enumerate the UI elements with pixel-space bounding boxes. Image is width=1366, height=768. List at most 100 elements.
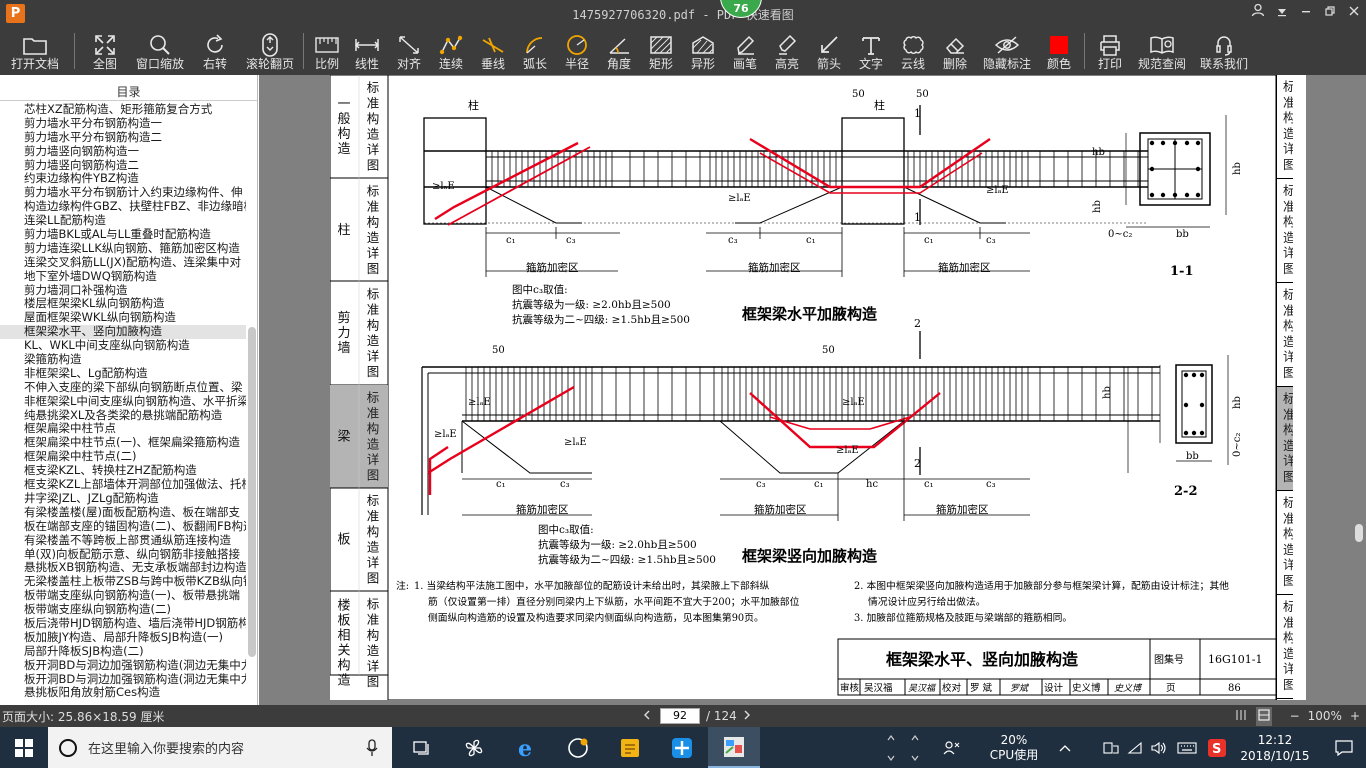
sogou-ime-icon[interactable]: S: [1204, 727, 1230, 768]
volume-icon[interactable]: [1148, 727, 1170, 768]
toc-item[interactable]: 框架梁水平、竖向加腋构造: [0, 325, 246, 340]
toc-item[interactable]: 板开洞BD与洞边加强钢筋构造(洞边无集中力: [0, 673, 246, 687]
toc-item[interactable]: 纯悬挑梁XL及各类梁的悬挑端配筋构造: [0, 409, 246, 423]
toc-item[interactable]: 构造边缘构件GBZ、扶壁柱FBZ、非边缘暗柱: [0, 200, 246, 214]
taskbar-app-feishu[interactable]: [656, 727, 708, 768]
toc-scrollbar[interactable]: [248, 105, 256, 701]
radius-button[interactable]: 半径: [556, 27, 598, 75]
fit-all-button[interactable]: 全图: [79, 27, 131, 75]
toc-item[interactable]: KL、WKL中间支座纵向钢筋构造: [0, 339, 246, 353]
wifi-icon[interactable]: [1124, 727, 1146, 768]
pen-button[interactable]: 画笔: [724, 27, 766, 75]
contact-us-button[interactable]: 联系我们: [1193, 27, 1255, 75]
rotate-right-button[interactable]: 右转: [189, 27, 241, 75]
toc-item[interactable]: 框架扁梁中柱节点(一)、框架扁梁箍筋构造: [0, 436, 246, 450]
toc-item[interactable]: 非框架梁L中间支座纵向钢筋构造、水平折梁: [0, 395, 246, 409]
highlight-button[interactable]: 高亮: [766, 27, 808, 75]
zoom-in-icon[interactable]: +: [1350, 709, 1360, 723]
right-tab[interactable]: 标准构造详图: [1277, 595, 1293, 699]
page-number-input[interactable]: 92: [660, 708, 700, 724]
toc-item[interactable]: 板后浇带HJD钢筋构造、墙后浇带HJD钢筋构: [0, 617, 246, 631]
right-tab[interactable]: 标准构造详图: [1277, 387, 1293, 491]
toc-item[interactable]: 板开洞BD与洞边加强钢筋构造(洞边无集中力: [0, 659, 246, 673]
arc-length-button[interactable]: 弧长: [514, 27, 556, 75]
taskbar-search[interactable]: 在这里输入你要搜索的内容: [48, 727, 392, 768]
next-page-icon[interactable]: [737, 709, 757, 723]
toc-scroll-thumb[interactable]: [248, 327, 256, 657]
user-icon[interactable]: [1246, 0, 1270, 27]
align-button[interactable]: 对齐: [388, 27, 430, 75]
toc-item[interactable]: 剪力墙连梁LLK纵向钢筋、箍筋加密区构造: [0, 242, 246, 256]
zoom-out-icon[interactable]: −: [1290, 709, 1300, 723]
rectangle-button[interactable]: 矩形: [640, 27, 682, 75]
toc-item[interactable]: 屋面框架梁WKL纵向钢筋构造: [0, 311, 246, 325]
toc-item[interactable]: 连梁LL配筋构造: [0, 214, 246, 228]
taskbar-app-pinwheel[interactable]: [448, 727, 500, 768]
taskbar-app-browser[interactable]: [552, 727, 604, 768]
toc-item[interactable]: 有梁楼盖不等跨板上部贯通纵筋连接构造: [0, 534, 246, 548]
device-icon[interactable]: [1100, 727, 1122, 768]
toc-item[interactable]: 井字梁JZL、JZLg配筋构造: [0, 492, 246, 506]
toc-item[interactable]: 剪力墙水平分布钢筋构造二: [0, 131, 246, 145]
minimize-icon[interactable]: [1294, 0, 1318, 27]
continuous-page-icon[interactable]: [1255, 706, 1272, 726]
toc-item[interactable]: 不伸入支座的梁下部纵向钢筋断点位置、梁: [0, 381, 246, 395]
spec-lookup-button[interactable]: 规范查阅: [1131, 27, 1193, 75]
toc-item[interactable]: 剪力墙水平分布钢筋计入约束边缘构件、伸: [0, 186, 246, 200]
microphone-icon[interactable]: [366, 739, 378, 757]
arrow-button[interactable]: 箭头: [808, 27, 850, 75]
document-scroll-thumb[interactable]: [1355, 524, 1363, 542]
taskbar-app-ie[interactable]: e: [500, 727, 552, 768]
toc-item[interactable]: 剪力墙竖向钢筋构造一: [0, 145, 246, 159]
text-button[interactable]: 文字: [850, 27, 892, 75]
taskbar-app-pdf-viewer[interactable]: [708, 727, 760, 768]
taskbar-scroll-down-icon[interactable]: [904, 727, 926, 768]
keyboard-icon[interactable]: [1174, 727, 1200, 768]
toc-item[interactable]: 板带端支座纵向钢筋构造(二): [0, 603, 246, 617]
zoom-level[interactable]: 100%: [1308, 709, 1342, 723]
perpendicular-button[interactable]: 垂线: [472, 27, 514, 75]
right-tab[interactable]: 标准构造详图: [1277, 75, 1293, 179]
clock[interactable]: 12:12 2018/10/15: [1232, 727, 1318, 768]
toc-item[interactable]: 框架扁梁中柱节点(二): [0, 450, 246, 464]
single-page-icon[interactable]: [1234, 708, 1248, 725]
taskbar-scroll-up-icon[interactable]: [880, 727, 902, 768]
toc-item[interactable]: 剪力墙洞口补强构造: [0, 284, 246, 298]
right-tab[interactable]: 标准构造详图: [1277, 491, 1293, 595]
irregular-button[interactable]: 异形: [682, 27, 724, 75]
restore-icon[interactable]: [1318, 0, 1342, 27]
toc-item[interactable]: 梁箍筋构造: [0, 353, 246, 367]
toc-item[interactable]: 无梁楼盖柱上板带ZSB与跨中板带KZB纵向钢: [0, 575, 246, 589]
toc-item[interactable]: 板在端部支座的锚固构造(二)、板翻闹FB构造: [0, 520, 246, 534]
color-button[interactable]: 颜色: [1038, 27, 1080, 75]
dropdown-icon[interactable]: [1270, 0, 1294, 27]
toc-item[interactable]: 板带端支座纵向钢筋构造(一)、板带悬挑端: [0, 589, 246, 603]
show-hidden-icons-icon[interactable]: [1054, 727, 1076, 768]
toc-item[interactable]: 约束边缘构件YBZ构造: [0, 172, 246, 186]
toc-item[interactable]: 楼层框架梁KL纵向钢筋构造: [0, 297, 246, 311]
toc-item[interactable]: 框架扁梁中柱节点: [0, 422, 246, 436]
angle-button[interactable]: 角度: [598, 27, 640, 75]
people-icon[interactable]: [938, 727, 966, 768]
toc-item[interactable]: 连梁交叉斜筋LL(JX)配筋构造、连梁集中对: [0, 256, 246, 270]
toc-item[interactable]: 框支梁KZL上部墙体开洞部位加强做法、托柱: [0, 478, 246, 492]
toc-item[interactable]: 芯柱XZ配筋构造、矩形箍筋复合方式: [0, 103, 246, 117]
delete-button[interactable]: 删除: [934, 27, 976, 75]
toc-item[interactable]: 悬挑板阳角放射筋Ces构造: [0, 686, 246, 700]
toc-item[interactable]: 单(双)向板配筋示意、纵向钢筋非接触搭接: [0, 548, 246, 562]
toc-item[interactable]: 悬挑板XB钢筋构造、无支承板端部封边构造: [0, 561, 246, 575]
toc-item[interactable]: 框支梁KZL、转换柱ZHZ配筋构造: [0, 464, 246, 478]
cloud-line-button[interactable]: 云线: [892, 27, 934, 75]
cpu-usage-widget[interactable]: 20% CPU使用: [976, 727, 1052, 768]
wheel-paging-button[interactable]: 滚轮翻页: [241, 27, 299, 75]
toc-item[interactable]: 剪力墙水平分布钢筋构造一: [0, 117, 246, 131]
toc-item[interactable]: 非框架梁L、Lg配筋构造: [0, 367, 246, 381]
close-icon[interactable]: [1342, 0, 1366, 27]
taskbar-app-notes[interactable]: [604, 727, 656, 768]
right-tab[interactable]: 标准构造详图: [1277, 283, 1293, 387]
toc-item[interactable]: 剪力墙BKL或AL与LL重叠时配筋构造: [0, 228, 246, 242]
window-zoom-button[interactable]: 窗口缩放: [131, 27, 189, 75]
hide-annotation-button[interactable]: 隐藏标注: [976, 27, 1038, 75]
scale-button[interactable]: 比例: [308, 27, 346, 75]
toc-item[interactable]: 剪力墙竖向钢筋构造二: [0, 159, 246, 173]
